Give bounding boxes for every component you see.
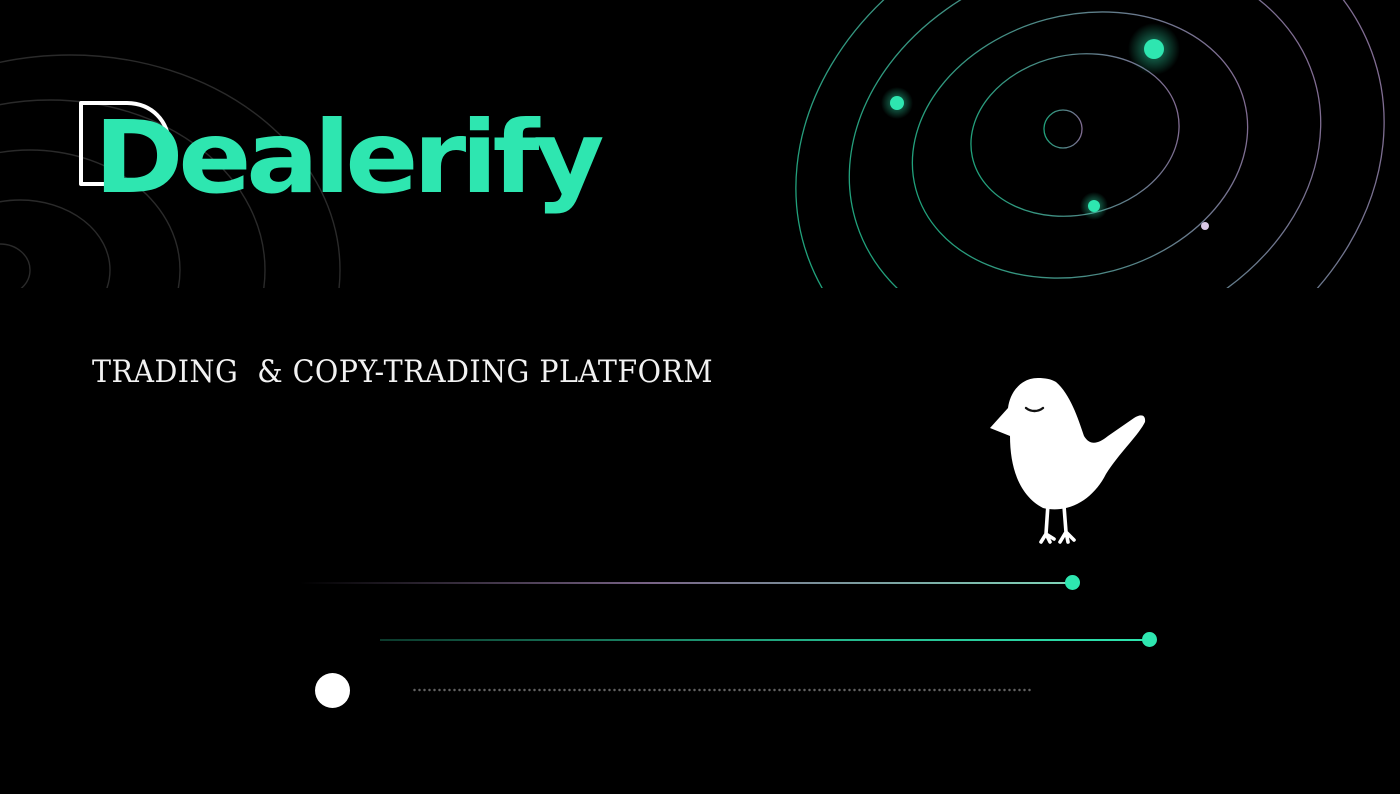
progress-track-2 bbox=[380, 639, 1150, 641]
progress-track-1 bbox=[300, 582, 1073, 584]
tagline: TRADING & COPY-TRADING PLATFORM bbox=[92, 354, 714, 390]
slider-knob[interactable] bbox=[315, 673, 350, 708]
brand-logo: Dealerify bbox=[74, 96, 674, 226]
progress-dot-2 bbox=[1142, 632, 1157, 647]
hero-banner: Dealerify TRADING & COPY-TRADING PLATFOR… bbox=[0, 0, 1400, 794]
progress-dot-1 bbox=[1065, 575, 1080, 590]
dotted-line bbox=[412, 688, 1032, 692]
bird-icon bbox=[990, 378, 1146, 544]
brand-name: Dealerify bbox=[94, 99, 605, 216]
